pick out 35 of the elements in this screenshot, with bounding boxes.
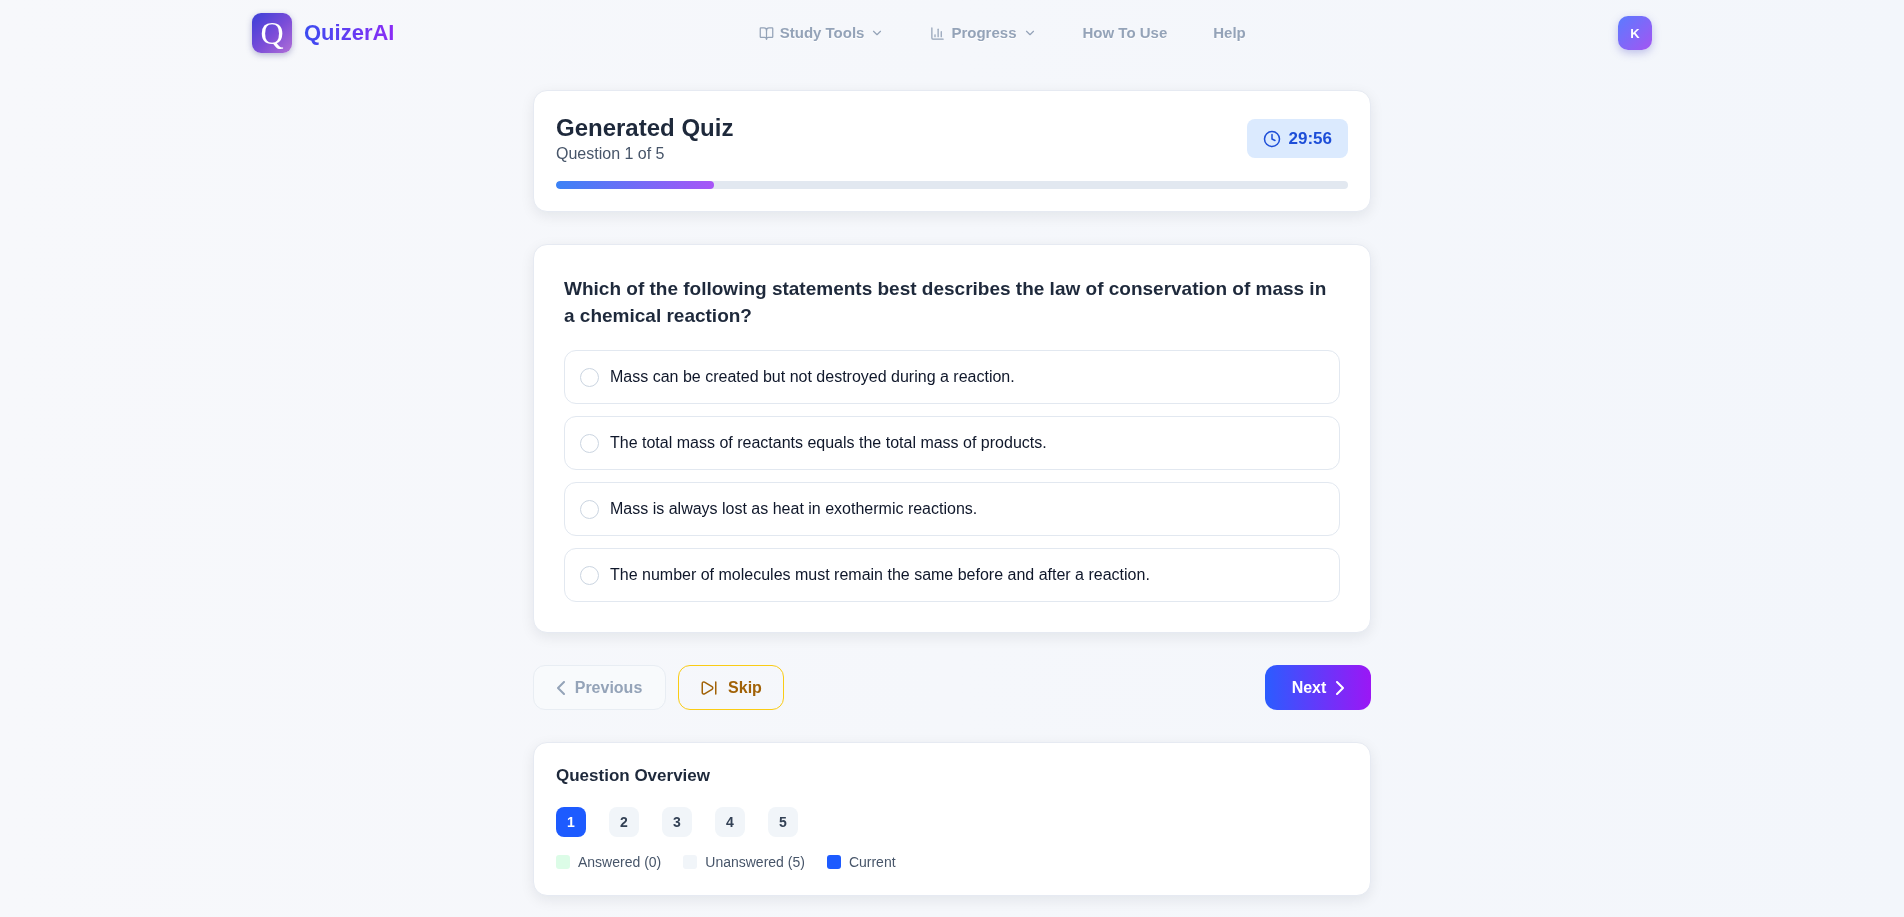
radio-button[interactable] [580, 565, 599, 585]
radio-button[interactable] [580, 367, 599, 387]
legend-label: Unanswered (5) [705, 854, 805, 870]
radio-button[interactable] [580, 433, 599, 453]
answer-option[interactable]: Mass is always lost as heat in exothermic reactions. [564, 482, 1340, 536]
overview-title: Question Overview [556, 765, 711, 787]
option-text: Mass can be created but not destroyed during a reaction. [610, 368, 1015, 386]
question-counter: Question 1 of 5 [556, 144, 666, 164]
option-text: Mass is always lost as heat in exothermic reactions. [610, 500, 978, 518]
chevron-left-icon [556, 680, 565, 695]
logo: Q [252, 13, 292, 53]
clock-icon [1262, 129, 1281, 148]
radio-button[interactable] [580, 499, 599, 519]
question-text: Which of the following statements best describes the law of conservation of mass in a chemical reaction? [564, 277, 1328, 328]
legend-label: Answered (0) [578, 854, 662, 870]
option-text: The number of molecules must remain the same before and after a reaction. [610, 566, 1150, 584]
question-number-button[interactable]: 4 [715, 807, 745, 837]
skip-forward-icon [700, 678, 719, 697]
answer-option[interactable]: Mass can be created but not destroyed during a reaction. [564, 350, 1340, 404]
skip-button[interactable]: Skip [678, 665, 784, 710]
question-number-button[interactable]: 5 [768, 807, 798, 837]
bar-chart-icon [930, 25, 946, 41]
legend-label: Current [848, 854, 896, 870]
user-avatar[interactable]: K [1618, 16, 1652, 50]
answer-option[interactable]: The number of molecules must remain the same before and after a reaction. [564, 548, 1340, 602]
quiz-title: Generated Quiz [556, 113, 734, 143]
question-number-button[interactable]: 3 [662, 807, 692, 837]
answer-option[interactable]: The total mass of reactants equals the total mass of products. [564, 416, 1340, 470]
option-text: The total mass of reactants equals the total mass of products. [610, 434, 1047, 452]
book-icon [758, 25, 774, 41]
next-button[interactable]: Next [1265, 665, 1371, 710]
timer-badge: 29:56 [1246, 119, 1348, 158]
question-number-button[interactable]: 2 [609, 807, 639, 837]
question-number-button[interactable]: 1 [556, 807, 586, 837]
chevron-right-icon [1336, 680, 1345, 695]
